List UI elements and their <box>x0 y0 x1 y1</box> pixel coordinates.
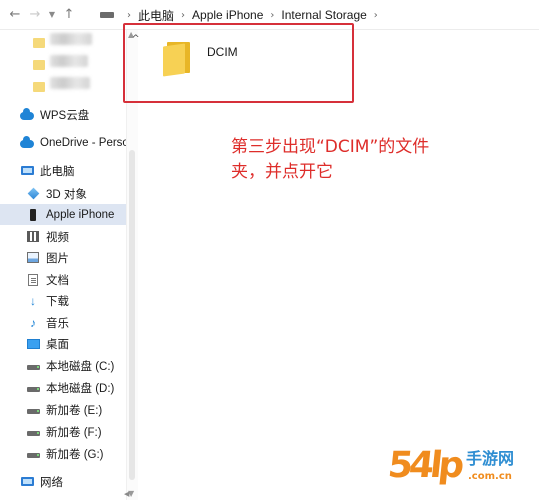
redacted-item <box>50 55 88 67</box>
sidebar-item-drive-g[interactable]: 新加卷 (G:) <box>0 443 126 464</box>
folder-icon[interactable] <box>163 42 190 77</box>
sidebar-item-label: 本地磁盘 (C:) <box>46 360 115 373</box>
sidebar-item-label: 图片 <box>46 252 69 265</box>
sidebar-item-label: Apple iPhone <box>46 208 115 221</box>
sidebar-item-this-pc[interactable]: 此电脑 <box>0 160 126 181</box>
sidebar-item-label: 网络 <box>40 476 63 489</box>
sidebar-item-desktop[interactable]: 桌面 <box>0 333 126 354</box>
folder-icon <box>33 82 45 92</box>
device-icon <box>100 12 114 18</box>
sidebar-item-label: 音乐 <box>46 317 69 330</box>
sidebar-item-label: 新加卷 (E:) <box>46 404 103 417</box>
drive-icon <box>26 425 40 439</box>
annotation-line-1: 第三步出现“DCIM”的文件 <box>231 137 430 157</box>
sidebar-item-drive-e[interactable]: 新加卷 (E:) <box>0 399 126 420</box>
video-icon <box>26 230 40 244</box>
scrollbar-thumb[interactable] <box>129 150 135 480</box>
sidebar-item-onedrive[interactable]: OneDrive - Perso <box>0 132 126 153</box>
sidebar-item-label: 新加卷 (F:) <box>46 426 102 439</box>
folder-icon <box>33 38 45 48</box>
scroll-left-arrow-icon[interactable]: ◀ <box>124 490 129 498</box>
sidebar-item-downloads[interactable]: ↓ 下载 <box>0 290 126 311</box>
folder-name-dcim[interactable]: DCIM <box>207 45 238 59</box>
highlight-rectangle <box>123 23 354 103</box>
sidebar-item-music[interactable]: ♪ 音乐 <box>0 312 126 333</box>
sidebar-item-label: 文档 <box>46 274 69 287</box>
onedrive-cloud-icon <box>20 135 34 150</box>
sidebar-item-label: 视频 <box>46 231 69 244</box>
desktop-icon <box>26 337 40 351</box>
recent-locations-chevron-icon[interactable]: ▼ <box>45 3 59 27</box>
network-icon <box>20 475 34 489</box>
chevron-right-icon[interactable]: › <box>374 10 378 21</box>
breadcrumb-apple-iphone[interactable]: Apple iPhone <box>192 8 263 22</box>
music-note-icon: ♪ <box>30 315 36 330</box>
drive-icon <box>26 381 40 395</box>
documents-icon <box>26 273 40 287</box>
sidebar-item-label: 本地磁盘 (D:) <box>46 382 115 395</box>
breadcrumb-this-pc[interactable]: 此电脑 <box>138 7 174 24</box>
sidebar-item-label: OneDrive - Perso <box>40 136 126 149</box>
folder-icon <box>33 60 45 70</box>
watermark-number: 54lp <box>385 445 463 486</box>
download-arrow-icon: ↓ <box>30 293 36 308</box>
sidebar-item-wps-cloud[interactable]: WPS云盘 <box>0 104 126 125</box>
navigation-pane: WPS云盘 OneDrive - Perso 此电脑 3D 对象 Apple i… <box>0 30 126 500</box>
sidebar-item-label: 此电脑 <box>40 165 75 178</box>
chevron-right-icon[interactable]: › <box>181 10 185 21</box>
sidebar-item-network[interactable]: 网络 <box>0 471 126 492</box>
sidebar-item-documents[interactable]: 文档 <box>0 269 126 290</box>
back-arrow-icon[interactable]: ← <box>5 3 25 27</box>
watermark-text: 手游网 <box>466 449 515 468</box>
up-arrow-icon[interactable]: ↑ <box>59 3 79 27</box>
sidebar-item-videos[interactable]: 视频 <box>0 226 126 247</box>
sidebar-item-3d-objects[interactable]: 3D 对象 <box>0 183 126 204</box>
sidebar-item-label: WPS云盘 <box>40 109 90 122</box>
pictures-icon <box>26 251 40 265</box>
drive-icon <box>26 447 40 461</box>
forward-arrow-icon[interactable]: → <box>25 3 45 27</box>
breadcrumb-internal-storage[interactable]: Internal Storage <box>281 8 366 22</box>
sidebar-item-apple-iphone[interactable]: Apple iPhone <box>0 204 126 225</box>
instruction-annotation: 第三步出现“DCIM”的文件 夹，并点开它 <box>231 135 491 185</box>
sidebar-item-label: 桌面 <box>46 338 69 351</box>
redacted-item <box>50 33 92 45</box>
sidebar-item-drive-f[interactable]: 新加卷 (F:) <box>0 421 126 442</box>
cloud-folder-icon <box>20 107 34 122</box>
site-watermark-logo: 54lp 手游网 .com.cn <box>385 444 538 500</box>
3d-objects-icon <box>26 187 40 201</box>
sidebar-item-label: 新加卷 (G:) <box>46 448 104 461</box>
computer-icon <box>20 164 34 178</box>
sidebar-item-drive-d[interactable]: 本地磁盘 (D:) <box>0 377 126 398</box>
chevron-right-icon[interactable]: › <box>127 10 131 21</box>
sidebar-item-pictures[interactable]: 图片 <box>0 247 126 268</box>
sidebar-item-drive-c[interactable]: 本地磁盘 (C:) <box>0 355 126 376</box>
redacted-item <box>50 77 90 89</box>
watermark-url: .com.cn <box>468 471 512 482</box>
iphone-icon <box>26 208 40 222</box>
chevron-right-icon[interactable]: › <box>270 10 274 21</box>
drive-icon <box>26 359 40 373</box>
sidebar-item-label: 下载 <box>46 295 69 308</box>
sidebar-item-label: 3D 对象 <box>46 188 87 201</box>
drive-icon <box>26 403 40 417</box>
annotation-line-2: 夹，并点开它 <box>231 162 333 182</box>
